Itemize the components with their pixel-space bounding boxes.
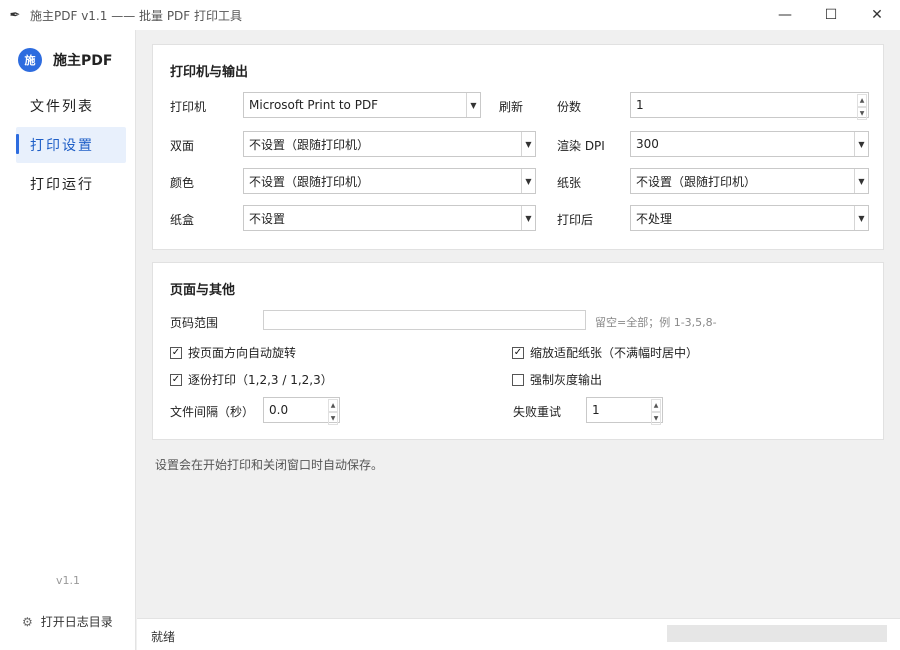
duplex-value: 不设置（跟随打印机）: [249, 137, 370, 152]
autosave-note: 设置会在开始打印和关闭窗口时自动保存。: [155, 458, 384, 472]
chevron-down-icon: ▼: [854, 132, 868, 156]
window-title: 施主PDF v1.1 —— 批量 PDF 打印工具: [30, 8, 243, 23]
file-interval-value: 0.0: [269, 403, 289, 417]
retry-value: 1: [592, 403, 600, 417]
chevron-down-icon: ▼: [521, 206, 535, 230]
status-bar: 就绪: [137, 618, 900, 650]
grayscale-label: 强制灰度输出: [530, 373, 603, 387]
sidebar-item-print-run[interactable]: 打印运行: [16, 166, 126, 202]
open-log-dir-button[interactable]: ⚙ 打开日志目录: [22, 613, 113, 630]
file-interval-stepper-buttons[interactable]: ▲ ▼: [328, 399, 338, 425]
duplex-select[interactable]: 不设置（跟随打印机） ▼: [243, 131, 536, 157]
tray-select[interactable]: 不设置 ▼: [243, 205, 536, 231]
checkbox-checked-icon: ✓: [512, 346, 524, 359]
status-text: 就绪: [151, 630, 176, 644]
copies-stepper-buttons[interactable]: ▲ ▼: [857, 94, 867, 120]
collate-checkbox[interactable]: ✓ 逐份打印（1,2,3 / 1,2,3）: [170, 371, 333, 388]
page-range-label: 页码范围: [170, 316, 219, 330]
section-title-page: 页面与其他: [170, 283, 236, 298]
file-interval-stepper[interactable]: 0.0 ▲ ▼: [263, 397, 340, 425]
fit-paper-checkbox[interactable]: ✓ 缩放适配纸张（不满幅时居中）: [512, 344, 698, 361]
auto-rotate-checkbox[interactable]: ✓ 按页面方向自动旋转: [170, 344, 296, 361]
printer-label: 打印机: [170, 100, 207, 114]
tray-label: 纸盒: [170, 213, 195, 227]
minimize-button[interactable]: —: [762, 0, 808, 30]
sidebar: 施 施主PDF 文件列表 打印设置 打印运行 v1.1 ⚙ 打开日志目录: [0, 30, 136, 650]
printer-select[interactable]: Microsoft Print to PDF ▼: [243, 92, 481, 118]
stepper-down-icon[interactable]: ▼: [328, 412, 338, 425]
fit-paper-label: 缩放适配纸张（不满幅时居中）: [530, 346, 699, 360]
sidebar-nav: 文件列表 打印设置 打印运行: [0, 88, 136, 205]
gear-icon: ⚙: [22, 614, 33, 629]
chevron-down-icon: ▼: [466, 93, 480, 117]
grayscale-checkbox[interactable]: 强制灰度输出: [512, 371, 602, 388]
chevron-down-icon: ▼: [854, 169, 868, 193]
file-interval-label: 文件间隔（秒）: [170, 405, 255, 419]
paper-select[interactable]: 不设置（跟随打印机） ▼: [630, 168, 869, 194]
dpi-select[interactable]: 300 ▼: [630, 131, 869, 157]
page-range-hint: 留空=全部；例 1-3,5,8-: [595, 316, 717, 329]
dpi-value: 300: [636, 137, 659, 151]
tray-value: 不设置: [249, 211, 286, 226]
color-label: 颜色: [170, 176, 195, 190]
paper-label: 纸张: [557, 176, 582, 190]
retry-stepper-buttons[interactable]: ▲ ▼: [651, 399, 661, 425]
version-label: v1.1: [55, 574, 80, 587]
section-title-printer: 打印机与输出: [170, 65, 249, 80]
collate-label: 逐份打印（1,2,3 / 1,2,3）: [188, 373, 333, 387]
progress-bar: [667, 625, 887, 642]
feather-icon: ✒: [9, 7, 21, 23]
checkbox-checked-icon: ✓: [170, 346, 182, 359]
page-other-panel: 页面与其他 页码范围 留空=全部；例 1-3,5,8- ✓ 按页面方向自动旋转 …: [152, 262, 884, 440]
retry-stepper[interactable]: 1 ▲ ▼: [586, 397, 663, 425]
printer-value: Microsoft Print to PDF: [249, 98, 379, 112]
copies-stepper[interactable]: 1 ▲ ▼: [630, 92, 869, 120]
close-button[interactable]: ✕: [854, 0, 900, 30]
brand: 施 施主PDF: [18, 48, 112, 72]
stepper-up-icon[interactable]: ▲: [857, 94, 867, 107]
retry-label: 失败重试: [513, 405, 562, 419]
paper-value: 不设置（跟随打印机）: [636, 174, 757, 189]
checkbox-checked-icon: ✓: [170, 373, 182, 386]
after-print-label: 打印后: [557, 213, 594, 227]
brand-name: 施主PDF: [53, 53, 113, 69]
stepper-up-icon[interactable]: ▲: [328, 399, 338, 412]
stepper-down-icon[interactable]: ▼: [651, 412, 661, 425]
app-logo: 施: [18, 48, 42, 72]
copies-label: 份数: [557, 100, 582, 114]
window-controls: — ☐ ✕: [762, 0, 900, 30]
page-range-input[interactable]: [263, 310, 586, 330]
sidebar-item-print-settings[interactable]: 打印设置: [16, 127, 126, 163]
color-select[interactable]: 不设置（跟随打印机） ▼: [243, 168, 536, 194]
chevron-down-icon: ▼: [854, 206, 868, 230]
checkbox-unchecked-icon: [512, 373, 524, 386]
duplex-label: 双面: [170, 139, 195, 153]
open-log-dir-label: 打开日志目录: [40, 615, 113, 629]
sidebar-item-file-list[interactable]: 文件列表: [16, 88, 126, 124]
after-print-select[interactable]: 不处理 ▼: [630, 205, 869, 231]
color-value: 不设置（跟随打印机）: [249, 174, 370, 189]
after-print-value: 不处理: [636, 211, 673, 226]
stepper-up-icon[interactable]: ▲: [651, 399, 661, 412]
dpi-label: 渲染 DPI: [557, 139, 605, 153]
printer-output-panel: 打印机与输出 打印机 Microsoft Print to PDF ▼ 刷新 份…: [152, 44, 884, 250]
refresh-button[interactable]: 刷新: [499, 98, 523, 115]
chevron-down-icon: ▼: [521, 169, 535, 193]
copies-value: 1: [636, 98, 644, 112]
title-bar: ✒ 施主PDF v1.1 —— 批量 PDF 打印工具 — ☐ ✕: [0, 0, 900, 30]
maximize-button[interactable]: ☐: [808, 0, 854, 30]
auto-rotate-label: 按页面方向自动旋转: [188, 346, 297, 360]
stepper-down-icon[interactable]: ▼: [857, 107, 867, 120]
chevron-down-icon: ▼: [521, 132, 535, 156]
